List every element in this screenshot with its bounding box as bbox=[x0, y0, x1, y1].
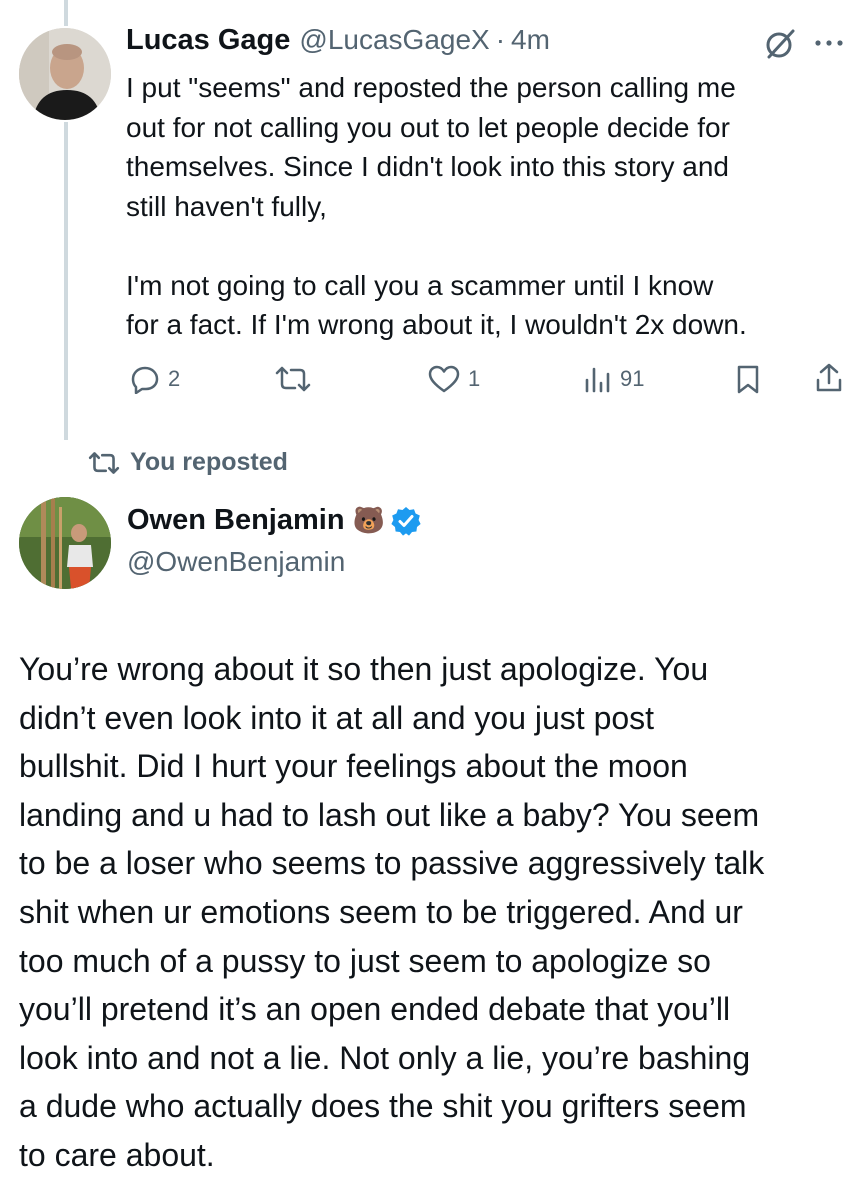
like-icon bbox=[428, 365, 460, 393]
bookmark-button[interactable] bbox=[735, 364, 761, 394]
share-icon bbox=[816, 363, 842, 392]
bookmark-icon bbox=[737, 365, 759, 394]
tweet1-header: Lucas Gage @LucasGageX · 4m bbox=[126, 24, 550, 60]
grok-icon[interactable] bbox=[763, 27, 797, 61]
more-icon[interactable] bbox=[812, 36, 848, 50]
display-name[interactable]: Lucas Gage bbox=[126, 24, 290, 57]
handle[interactable]: @OwenBenjamin bbox=[127, 546, 345, 578]
views-button[interactable]: 91 bbox=[584, 364, 644, 394]
like-button[interactable]: 1 bbox=[428, 364, 480, 394]
handle[interactable]: @LucasGageX bbox=[299, 24, 489, 56]
avatar-owen-benjamin[interactable] bbox=[19, 497, 111, 589]
verified-badge-icon bbox=[391, 506, 421, 536]
timestamp[interactable]: 4m bbox=[511, 24, 550, 56]
reply-count: 2 bbox=[168, 366, 181, 391]
share-button[interactable] bbox=[815, 362, 843, 394]
repost-banner-label[interactable]: You reposted bbox=[130, 448, 288, 477]
reply-icon bbox=[131, 366, 159, 394]
avatar-lucas-gage[interactable] bbox=[19, 28, 111, 120]
repost-button[interactable] bbox=[275, 364, 311, 394]
repost-icon bbox=[88, 451, 120, 474]
thread-line-top bbox=[64, 0, 68, 26]
like-count: 1 bbox=[468, 366, 481, 391]
bear-emoji: 🐻 bbox=[352, 505, 385, 535]
avatar-image bbox=[19, 497, 111, 589]
thread-line bbox=[64, 122, 68, 440]
avatar-image bbox=[19, 28, 111, 120]
tweet2-header: Owen Benjamin 🐻 bbox=[127, 504, 421, 537]
views-count: 91 bbox=[620, 366, 645, 391]
repost-icon bbox=[275, 366, 311, 392]
repost-banner: You reposted bbox=[88, 448, 288, 477]
tweet1-text: I put "seems" and reposted the person ca… bbox=[126, 72, 747, 340]
separator: · bbox=[495, 24, 506, 55]
views-icon bbox=[585, 367, 610, 393]
tweet2-text: You’re wrong about it so then just apolo… bbox=[19, 651, 765, 1173]
display-name[interactable]: Owen Benjamin bbox=[127, 504, 345, 537]
reply-button[interactable]: 2 bbox=[130, 364, 180, 394]
